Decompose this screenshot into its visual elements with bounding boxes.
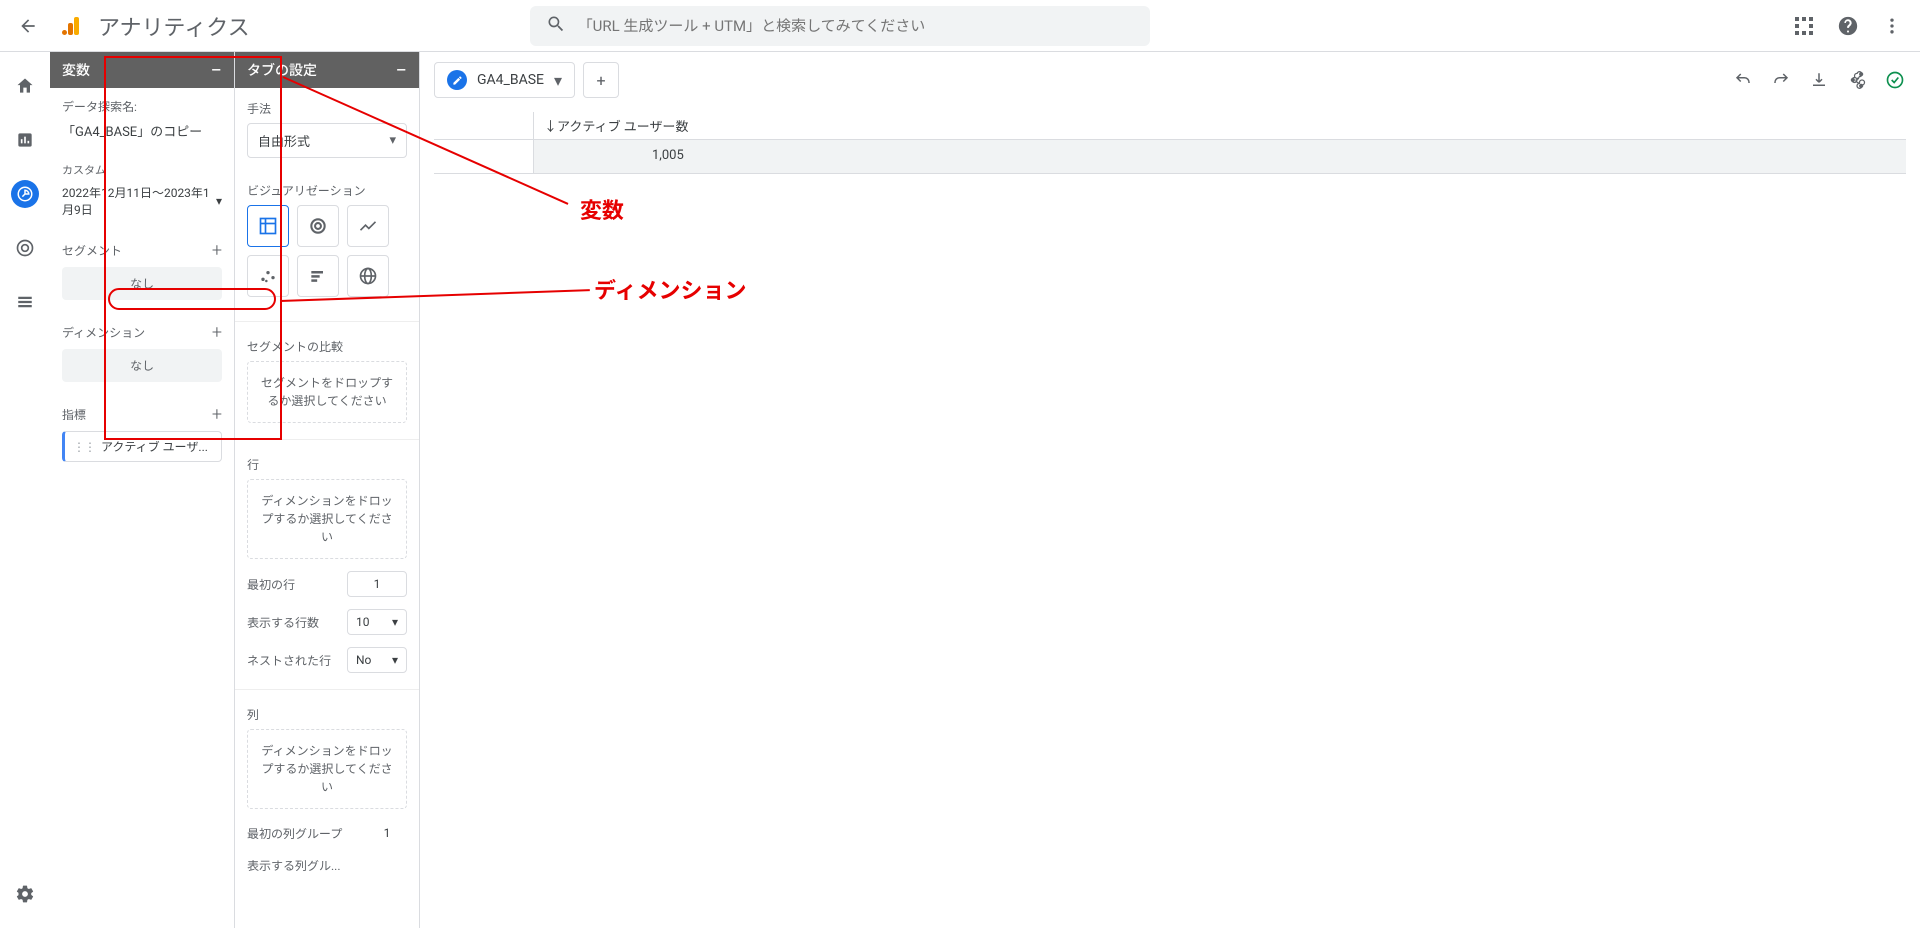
exploration-name-section: データ探索名: 「GA4_BASE」のコピー [50,88,234,152]
segment-label: セグメント+ [62,240,222,261]
columns-label: 列 [247,706,407,723]
canvas-area: GA4_BASE ▾ + ↓アクティブ ユーザー数 1,005 [420,52,1920,928]
annotation-text-dimension: ディメンション [594,273,746,305]
collapse-icon[interactable]: − [211,58,222,82]
apps-icon[interactable] [1792,14,1816,38]
search-input[interactable] [578,17,1134,35]
variables-panel: 変数 − データ探索名: 「GA4_BASE」のコピー カスタム 2022年12… [50,52,235,928]
add-metric-button[interactable]: + [212,404,222,425]
nav-advertising-icon[interactable] [11,234,39,262]
technique-section: 手法 自由形式▾ [235,88,419,170]
dropdown-arrow-icon[interactable]: ▾ [554,71,562,90]
drag-handle-icon: ⋮⋮ [73,440,95,454]
exploration-name-label: データ探索名: [62,98,222,115]
help-icon[interactable] [1836,14,1860,38]
show-col-groups-label: 表示する列グル... [247,857,341,874]
viz-table-icon[interactable] [247,205,289,247]
data-quality-icon[interactable] [1884,69,1906,91]
add-segment-button[interactable]: + [212,240,222,261]
canvas-tab-name: GA4_BASE [477,72,544,88]
date-range-value[interactable]: 2022年12月11日～2023年1月9日▾ [62,184,222,218]
show-rows-label: 表示する行数 [247,614,319,631]
variables-panel-header[interactable]: 変数 − [50,52,234,88]
add-tab-button[interactable]: + [583,62,619,98]
dropdown-arrow-icon: ▾ [389,133,396,148]
dimension-section: ディメンション+ なし [50,312,234,394]
segment-compare-label: セグメントの比較 [247,338,407,355]
share-icon[interactable] [1846,69,1868,91]
viz-donut-icon[interactable] [297,205,339,247]
technique-select[interactable]: 自由形式▾ [247,123,407,158]
metric-label: 指標+ [62,404,222,425]
segment-compare-dropzone[interactable]: セグメントをドロップするか選択してください [247,361,407,423]
nav-configure-icon[interactable] [11,288,39,316]
left-nav-rail [0,52,50,928]
canvas-tab[interactable]: GA4_BASE ▾ [434,62,575,98]
date-range-section[interactable]: カスタム 2022年12月11日～2023年1月9日▾ [50,152,234,230]
viz-geo-icon[interactable] [347,255,389,297]
first-row-input[interactable]: 1 [347,571,407,597]
metric-chip-active-users[interactable]: ⋮⋮アクティブ ユーザ... [62,431,222,462]
nested-rows-select[interactable]: No▾ [347,647,407,673]
tab-settings-panel: タブの設定 − 手法 自由形式▾ ビジュアリゼーション セグメントの比較 セグメ… [235,52,420,928]
nav-admin-icon[interactable] [11,880,39,908]
first-col-group-label: 最初の列グループ [247,825,342,842]
viz-scatter-icon[interactable] [247,255,289,297]
nav-home-icon[interactable] [11,72,39,100]
rows-dropzone[interactable]: ディメンションをドロップするか選択してください [247,479,407,559]
annotation-text-variables: 変数 [580,193,624,225]
first-col-group-value[interactable]: 1 [367,821,407,845]
visualization-label: ビジュアリゼーション [247,182,407,199]
viz-bar-icon[interactable] [297,255,339,297]
rows-label: 行 [247,456,407,473]
dropdown-arrow-icon: ▾ [216,194,222,208]
technique-label: 手法 [247,100,407,117]
segment-section: セグメント+ なし [50,230,234,312]
table-data-row: 1,005 [434,140,1906,174]
metric-section: 指標+ ⋮⋮アクティブ ユーザ... [50,394,234,474]
segment-none: なし [62,267,222,300]
app-header: アナリティクス [0,0,1920,52]
dimension-label: ディメンション+ [62,322,222,343]
dimension-none: なし [62,349,222,382]
canvas-toolbar [1732,69,1906,91]
viz-line-icon[interactable] [347,205,389,247]
back-arrow-icon[interactable] [16,14,40,38]
nested-rows-label: ネストされた行 [247,652,331,669]
column-header-active-users[interactable]: ↓アクティブ ユーザー数 [534,112,1906,139]
rows-section: 行 ディメンションをドロップするか選択してください 最初の行 1 表示する行数 … [235,444,419,685]
custom-label: カスタム [62,162,222,178]
tab-bar: GA4_BASE ▾ + [434,62,1906,98]
header-actions [1792,14,1904,38]
search-icon [546,14,566,38]
nav-explore-icon[interactable] [11,180,39,208]
tab-settings-header[interactable]: タブの設定 − [235,52,419,88]
collapse-icon[interactable]: − [396,58,407,82]
table-header-row: ↓アクティブ ユーザー数 [434,112,1906,140]
dropdown-arrow-icon: ▾ [392,615,398,629]
search-box[interactable] [530,6,1150,46]
dropdown-arrow-icon: ▾ [392,653,398,667]
more-vert-icon[interactable] [1880,14,1904,38]
table-area: ↓アクティブ ユーザー数 1,005 [434,112,1906,174]
download-icon[interactable] [1808,69,1830,91]
main-area: 変数 − データ探索名: 「GA4_BASE」のコピー カスタム 2022年12… [50,52,1920,928]
columns-dropzone[interactable]: ディメンションをドロップするか選択してください [247,729,407,809]
nav-reports-icon[interactable] [11,126,39,154]
app-title: アナリティクス [98,10,250,42]
first-row-label: 最初の行 [247,576,295,593]
variables-panel-title: 変数 [62,60,90,80]
exploration-name-value[interactable]: 「GA4_BASE」のコピー [62,121,222,140]
undo-icon[interactable] [1732,69,1754,91]
columns-section: 列 ディメンションをドロップするか選択してください 最初の列グループ 1 表示す… [235,694,419,886]
cell-active-users-value: 1,005 [534,140,1906,173]
add-dimension-button[interactable]: + [212,322,222,343]
show-rows-select[interactable]: 10▾ [347,609,407,635]
redo-icon[interactable] [1770,69,1792,91]
edit-icon [447,70,467,90]
visualization-section: ビジュアリゼーション [235,170,419,317]
segment-compare-section: セグメントの比較 セグメントをドロップするか選択してください [235,326,419,435]
analytics-logo-icon [60,14,84,38]
